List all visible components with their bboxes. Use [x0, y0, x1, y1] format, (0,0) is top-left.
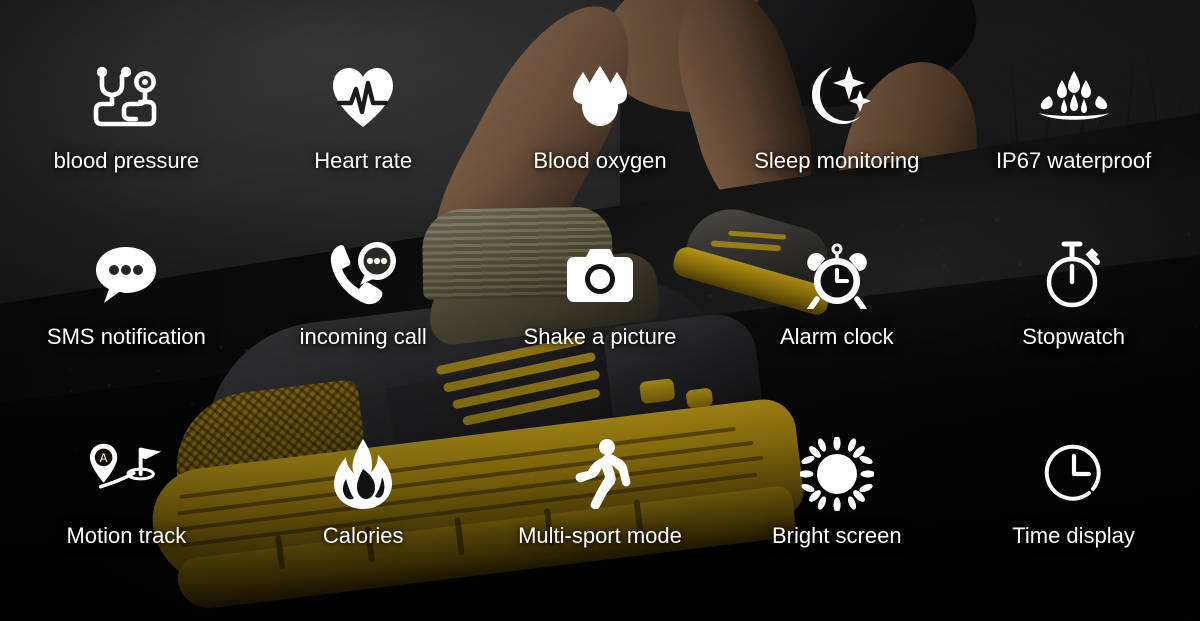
sms-bubble-icon: [87, 236, 165, 314]
alarm-clock-icon: [798, 236, 876, 314]
feature-motion-track[interactable]: A Motion track: [8, 409, 245, 599]
feature-bright-screen[interactable]: Bright screen: [718, 409, 955, 599]
feature-shake-a-picture[interactable]: Shake a picture: [482, 218, 719, 408]
feature-time-display[interactable]: Time display: [955, 409, 1192, 599]
feature-label: Alarm clock: [779, 324, 894, 350]
stopwatch-icon: [1035, 236, 1113, 314]
feature-label: Bright screen: [771, 522, 902, 548]
blood-oxygen-icon: [561, 58, 639, 136]
feature-sleep-monitoring[interactable]: Sleep monitoring: [718, 28, 955, 218]
feature-blood-oxygen[interactable]: Blood oxygen: [482, 28, 719, 218]
feature-label: Time display: [1012, 522, 1135, 548]
feature-multi-sport-mode[interactable]: Multi-sport mode: [482, 409, 719, 599]
feature-label: incoming call: [299, 324, 427, 350]
camera-icon: [561, 236, 639, 314]
sleep-moon-icon: [798, 58, 876, 136]
feature-ip67-waterproof[interactable]: IP67 waterproof: [955, 28, 1192, 218]
feature-alarm-clock[interactable]: Alarm clock: [718, 218, 955, 408]
feature-calories[interactable]: Calories: [245, 409, 482, 599]
incoming-call-icon: [324, 236, 402, 314]
feature-stopwatch[interactable]: Stopwatch: [955, 218, 1192, 408]
feature-label: Heart rate: [314, 148, 413, 173]
feature-blood-pressure[interactable]: blood pressure: [8, 28, 245, 218]
feature-label: Calories: [322, 522, 404, 548]
waterproof-splash-icon: [1035, 58, 1113, 136]
feature-label: Sleep monitoring: [754, 148, 920, 173]
clock-icon: [1035, 435, 1113, 513]
feature-label: Multi-sport mode: [518, 522, 682, 548]
svg-text:A: A: [100, 451, 108, 464]
running-man-icon: [561, 435, 639, 513]
feature-grid: blood pressure Heart rate Blood oxygen S…: [0, 0, 1200, 621]
feature-heart-rate[interactable]: Heart rate: [245, 28, 482, 218]
heart-rate-icon: [324, 58, 402, 136]
feature-banner: blood pressure Heart rate Blood oxygen S…: [0, 0, 1200, 621]
feature-sms-notification[interactable]: SMS notification: [8, 218, 245, 408]
flame-icon: [324, 435, 402, 513]
feature-label: blood pressure: [53, 148, 200, 173]
feature-label: Blood oxygen: [533, 148, 667, 173]
feature-label: SMS notification: [46, 324, 206, 350]
feature-label: IP67 waterproof: [995, 148, 1152, 173]
sun-icon: [798, 435, 876, 513]
blood-pressure-icon: [87, 58, 165, 136]
feature-incoming-call[interactable]: incoming call: [245, 218, 482, 408]
feature-label: Stopwatch: [1022, 324, 1125, 350]
feature-label: Motion track: [66, 522, 187, 548]
motion-track-icon: A: [87, 435, 165, 513]
feature-label: Shake a picture: [523, 324, 677, 350]
